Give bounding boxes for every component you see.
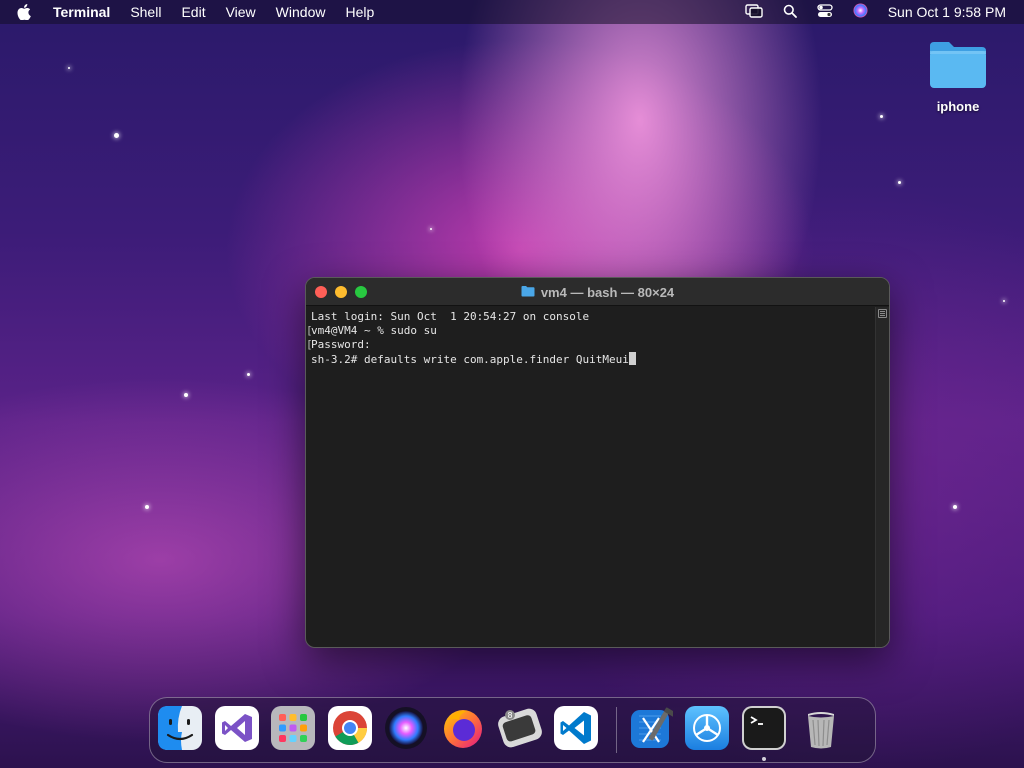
star <box>247 373 250 376</box>
dock: 8 <box>149 697 876 763</box>
terminal-window[interactable]: vm4 — bash — 80×24 Last login: Sun Oct 1… <box>305 277 890 648</box>
control-center-icon[interactable] <box>817 3 833 21</box>
menu-app-terminal[interactable]: Terminal <box>53 4 110 20</box>
star <box>430 228 432 230</box>
terminal-line-wrap: [vm4@VM4 ~ % sudo su] <box>306 324 882 338</box>
svg-text:8: 8 <box>507 711 512 720</box>
menu-edit[interactable]: Edit <box>181 4 205 20</box>
dock-app-firefox[interactable] <box>441 708 485 752</box>
menu-clock[interactable]: Sun Oct 1 9:58 PM <box>888 4 1006 20</box>
star <box>898 181 901 184</box>
terminal-line-wrap: [Password:] <box>306 338 882 352</box>
siri-icon[interactable] <box>853 3 868 21</box>
star <box>145 505 149 509</box>
window-stack-icon[interactable] <box>745 3 763 21</box>
menu-shell[interactable]: Shell <box>130 4 161 20</box>
dock-app-testflight[interactable] <box>685 705 730 755</box>
star <box>184 393 188 397</box>
terminal-line: vm4@VM4 ~ % sudo su <box>311 324 437 337</box>
terminal-line: Password: <box>311 338 371 351</box>
terminal-title: vm4 — bash — 80×24 <box>306 278 889 306</box>
star <box>1003 300 1005 302</box>
dock-app-vscode[interactable] <box>554 705 599 755</box>
running-indicator <box>761 757 766 761</box>
chrome-icon <box>327 705 372 755</box>
text-cursor <box>628 352 636 365</box>
launchpad-icon <box>271 705 316 755</box>
terminal-title-text: vm4 — bash — 80×24 <box>540 284 675 300</box>
dock-app-vmware[interactable]: 8 <box>497 706 542 755</box>
visual-studio-icon <box>214 705 259 755</box>
trash-icon <box>799 706 843 755</box>
mark-bracket-left: [ <box>306 324 313 337</box>
dock-app-xcode[interactable] <box>629 706 678 755</box>
desktop-folder-iphone[interactable]: iphone <box>922 38 994 114</box>
menu-bar: Terminal Shell Edit View Window Help Sun… <box>0 0 1024 24</box>
terminal-line: sh-3.2# defaults write com.apple.finder … <box>311 353 629 366</box>
vscode-icon <box>554 705 599 755</box>
dock-app-finder[interactable] <box>158 705 202 755</box>
terminal-line: Last login: Sun Oct 1 20:54:27 on consol… <box>311 310 590 323</box>
folder-icon <box>927 42 989 94</box>
finder-icon <box>158 705 202 755</box>
dock-app-launchpad[interactable] <box>271 705 316 755</box>
menu-window[interactable]: Window <box>276 4 326 20</box>
star <box>68 67 70 69</box>
menu-help[interactable]: Help <box>345 4 374 20</box>
search-icon[interactable] <box>783 4 797 21</box>
mark-bracket-left: [ <box>306 338 313 351</box>
dock-app-trash[interactable] <box>799 708 843 752</box>
terminal-icon <box>741 705 786 755</box>
dock-app-chrome[interactable] <box>327 705 372 755</box>
star <box>114 133 119 138</box>
dock-app-siri[interactable] <box>384 706 428 755</box>
scroll-menu-icon[interactable] <box>878 309 887 318</box>
firefox-icon <box>441 706 485 755</box>
apple-menu-icon[interactable] <box>17 0 37 24</box>
testflight-icon <box>685 705 730 755</box>
star <box>953 505 957 509</box>
folder-icon <box>521 285 535 300</box>
dock-app-terminal[interactable] <box>741 705 786 761</box>
terminal-titlebar[interactable]: vm4 — bash — 80×24 <box>306 278 889 306</box>
vmware-icon: 8 <box>497 706 542 755</box>
terminal-output[interactable]: Last login: Sun Oct 1 20:54:27 on consol… <box>306 307 882 647</box>
dock-app-visual-studio[interactable] <box>214 705 259 755</box>
siri-icon <box>384 706 428 755</box>
xcode-icon <box>629 706 678 755</box>
terminal-scrollbar[interactable] <box>875 307 889 647</box>
terminal-prompt-line[interactable]: sh-3.2# defaults write com.apple.finder … <box>311 352 875 366</box>
star <box>880 115 883 118</box>
menu-view[interactable]: View <box>226 4 256 20</box>
desktop-folder-label: iphone <box>936 99 980 114</box>
dock-separator <box>615 707 617 753</box>
